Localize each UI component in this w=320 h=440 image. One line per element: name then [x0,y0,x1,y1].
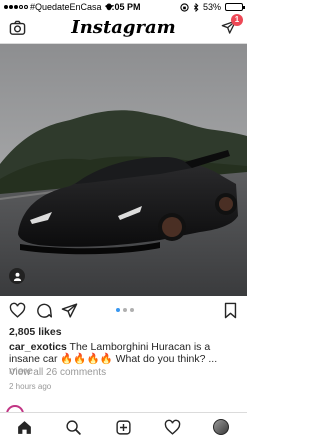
carousel-dot [123,308,127,312]
search-icon[interactable] [64,418,82,436]
direct-message-button[interactable]: 1 [221,14,243,40]
user-icon [13,272,21,281]
carousel-dot [130,308,134,312]
post-actions [0,300,247,322]
comment-icon[interactable] [35,302,53,324]
carousel-indicator [116,308,134,312]
battery-percent: 53% [202,2,221,12]
instagram-logo: Instagram [71,17,176,38]
like-count[interactable]: 2,805 likes [9,326,62,338]
add-post-icon[interactable] [114,418,132,436]
heart-icon[interactable] [9,302,26,324]
app-header: Instagram 1 [0,14,247,44]
caption-username[interactable]: car_exotics [9,341,67,353]
bookmark-icon[interactable] [223,302,238,324]
view-comments-link[interactable]: View all 26 comments [9,367,106,378]
status-bar: #QuedateEnCasa 3:05 PM 53% [0,0,247,14]
carousel-dot [116,308,120,312]
profile-avatar[interactable] [212,418,230,436]
bottom-nav [0,412,247,440]
activity-heart-icon[interactable] [163,418,181,436]
post-timestamp: 2 hours ago [9,382,52,391]
orientation-lock-icon [180,2,189,12]
tagged-users-button[interactable] [9,268,25,284]
post-image[interactable] [0,44,247,296]
bluetooth-icon [193,2,199,12]
notification-badge: 1 [231,14,243,26]
home-icon[interactable] [15,418,33,436]
status-right: 53% [180,2,245,12]
share-icon[interactable] [61,302,78,324]
battery-icon [225,3,245,11]
